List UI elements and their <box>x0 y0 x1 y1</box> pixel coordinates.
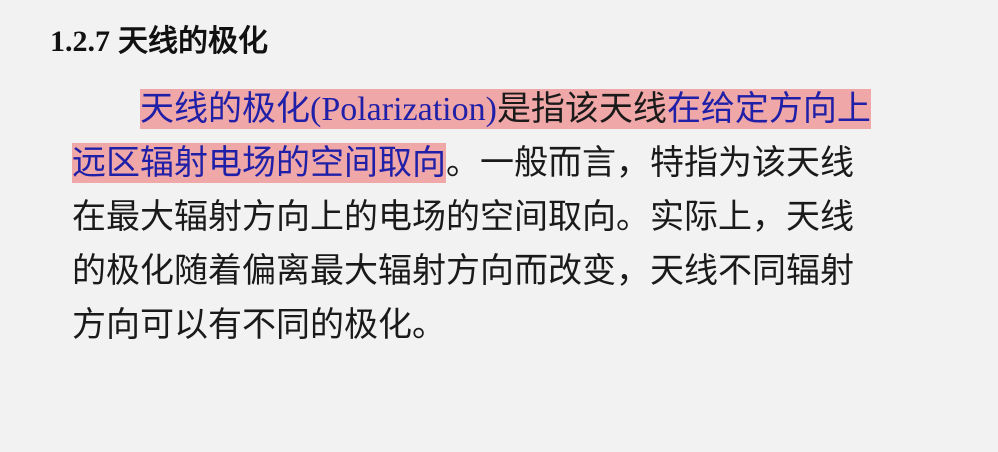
section-title: 天线的极化 <box>118 24 268 59</box>
paragraph-line-5: 方向可以有不同的极化。 <box>72 305 446 345</box>
highlighted-definition-part-2: 远区辐射电场的空间取向 <box>72 143 446 183</box>
definition-paragraph: 天线的极化(Polarization)是指该天线在给定方向上 远区辐射电场的空间… <box>72 82 932 352</box>
highlighted-term: 天线的极化(Polarization) <box>140 89 497 129</box>
term-latin: (Polarization) <box>310 91 497 128</box>
highlighted-definition-part-1: 在给定方向上 <box>666 89 871 129</box>
term-chinese: 天线的极化 <box>140 89 310 129</box>
section-heading: 1.2.7 天线的极化 <box>50 20 268 64</box>
section-number: 1.2.7 <box>50 25 110 58</box>
line-2-rest: 。一般而言，特指为该天线 <box>446 143 854 183</box>
paragraph-line-3: 在最大辐射方向上的电场的空间取向。实际上，天线 <box>72 197 854 237</box>
paragraph-line-4: 的极化随着偏离最大辐射方向而改变，天线不同辐射 <box>72 251 854 291</box>
paragraph-line-1: 天线的极化(Polarization)是指该天线在给定方向上 <box>72 82 932 136</box>
highlighted-is-text: 是指该天线 <box>496 89 667 129</box>
paragraph-line-2: 远区辐射电场的空间取向。一般而言，特指为该天线 <box>72 136 932 190</box>
